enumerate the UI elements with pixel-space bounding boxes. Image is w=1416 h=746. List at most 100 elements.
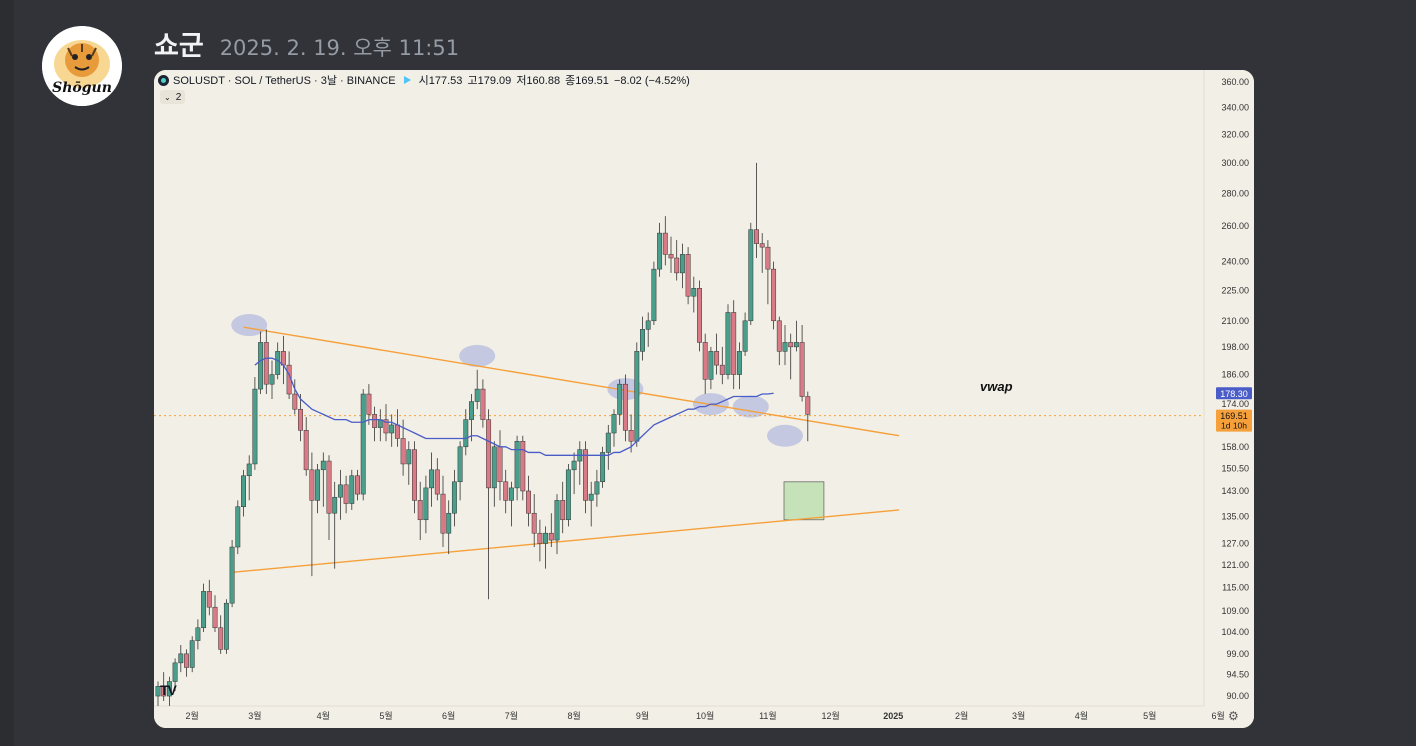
candle-body [360,393,366,495]
candle-body [235,506,241,548]
candle-body [366,393,372,415]
candle-body [355,475,360,495]
candle-body [423,487,429,521]
candle-body [793,342,799,348]
candle-body [486,419,492,489]
candle-body [178,653,184,664]
price-tick-label: 198.00 [1221,342,1249,352]
price-tick-label: 99.00 [1226,649,1249,659]
time-tick-label: 6월 [442,710,455,721]
candle-body [571,460,577,471]
candle-body [714,351,720,366]
candle-body [725,312,731,375]
target-zone-box [783,481,825,521]
candle-body [349,475,355,504]
candle-body [503,481,509,501]
candle-body [389,424,395,434]
candle-body [736,351,742,375]
candle-body [292,393,298,410]
chart-image[interactable]: 360.00 340.00 320.00 300.00 280.00 260.00 240.… [154,70,1254,728]
candle-body [184,653,189,668]
price-tick-label: 186.00 [1221,370,1249,380]
candle-body [588,493,594,501]
price-tick-label: 225.00 [1221,285,1249,295]
price-tick-label: 115.00 [1222,582,1249,592]
candle-body [708,351,714,380]
indicator-toggle[interactable]: ⌄ 2 [160,90,186,104]
candle-body [298,408,303,431]
candle-body [548,532,554,541]
candle-body [782,342,788,352]
candle-body [674,257,680,274]
candle-body [440,493,446,534]
candle-body [719,364,725,375]
sol-coin-icon [158,74,169,86]
candle-body [543,532,549,544]
candle-body [201,591,207,629]
candle-body [457,446,463,483]
candle-body [765,246,771,270]
candle-body [759,243,765,248]
candle-body [776,320,782,352]
flag-icon [403,76,411,84]
price-tick-label: 158.00 [1221,442,1249,452]
close-value: 종169.51 [565,75,609,87]
candle-body [560,500,566,521]
time-tick-label: 8월 [567,710,580,721]
candle-body [474,388,480,402]
timestamp: 2025. 2. 19. 오후 11:51 [219,36,460,60]
candle-body [315,469,321,501]
candle-body [531,512,537,534]
candle-body [657,232,663,270]
time-tick-label: 7월 [505,710,518,721]
candle-body [617,383,623,415]
price-tick-label: 260.00 [1221,221,1249,231]
candle-body [634,351,640,442]
candle-body [434,469,440,495]
candle-body [628,430,634,442]
candle-body [748,229,754,322]
time-tick-label: 5월 [1143,710,1156,721]
price-tick-label: 143.00 [1221,486,1249,496]
time-tick-label: 2025 [883,711,903,721]
candle-body [429,469,435,489]
candle-body [565,469,571,521]
price-tick-label: 340.00 [1221,102,1249,112]
candle-body [246,463,252,477]
candle-body [514,440,520,489]
time-tick-label: 2월 [955,710,968,721]
time-tick-label: 6월 [1212,710,1225,721]
bar-countdown-text: 1d 10h [1221,421,1247,431]
candle-body [697,288,702,343]
candle-body [645,320,651,330]
candle-body [702,342,708,380]
candle-body [526,490,531,514]
candle-body [799,342,805,397]
time-tick-label: 2월 [186,710,199,721]
server-rail [0,0,14,746]
price-tick-label: 360.00 [1221,77,1249,87]
high-value: 고179.09 [467,75,512,87]
candle-body [258,342,264,390]
price-tick-label: 135.00 [1221,511,1249,521]
candle-body [309,469,315,501]
symbol-title: SOLUSDT · SOL / TetherUS · 3날 · BINANCE [173,75,396,87]
low-value: 저160.88 [516,75,561,87]
time-tick-label: 12월 [821,710,839,721]
candle-body [212,606,218,629]
candle-body [195,627,201,641]
candle-body [332,496,338,514]
username[interactable]: 쇼군 [154,24,204,63]
candle-body [805,396,811,415]
candle-body [469,401,474,420]
price-tick-label: 210.00 [1221,316,1249,326]
settings-gear-icon[interactable]: ⚙ [1228,709,1239,723]
price-tick-label: 104.00 [1221,627,1249,637]
price-tick-label: 121.00 [1221,560,1249,570]
price-tick-label: 90.00 [1226,691,1249,701]
candle-body [520,440,526,492]
avatar[interactable]: Shōgun [42,26,122,106]
candle-body [640,329,645,352]
vwap-price-text: 178.30 [1220,389,1248,399]
svg-text:Shōgun: Shōgun [52,80,112,96]
